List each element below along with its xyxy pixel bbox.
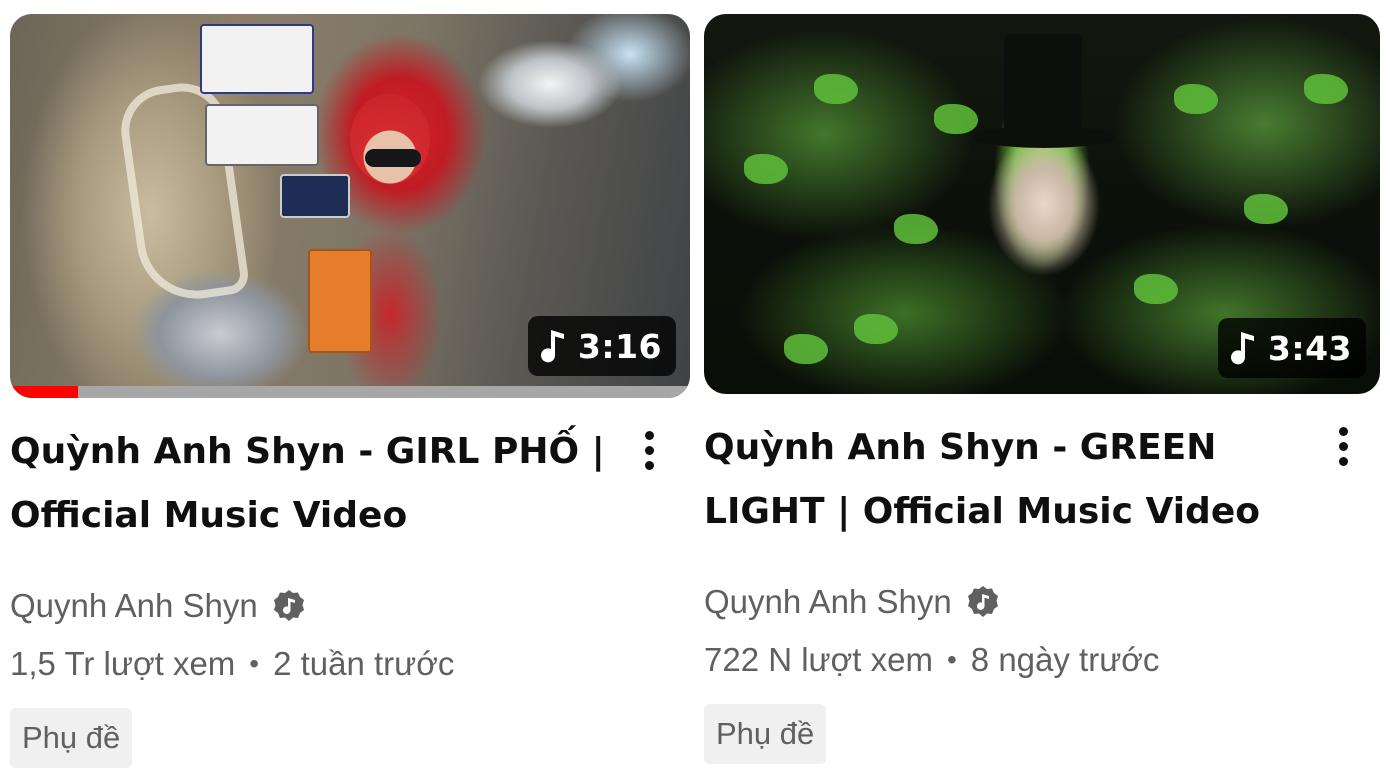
upload-age: 8 ngày trước (970, 641, 1160, 678)
verified-artist-icon (273, 590, 304, 621)
duration-badge: 3:16 (527, 316, 676, 376)
thumbnail-hand (814, 74, 858, 104)
meta-separator: • (249, 648, 260, 679)
music-note-icon (540, 330, 564, 363)
video-title[interactable]: Quỳnh Anh Shyn - GREEN LIGHT | Official … (704, 416, 1380, 544)
video-grid: 3:16 Quỳnh Anh Shyn - GIRL PHỐ | Officia… (0, 0, 1390, 774)
thumbnail-sign (280, 174, 350, 218)
thumbnail-hand (854, 314, 898, 344)
thumbnail-hand (1134, 274, 1178, 304)
thumbnail-hat (1004, 34, 1082, 134)
thumbnail-hand (894, 214, 938, 244)
captions-badge: Phụ đề (10, 708, 133, 768)
channel-row: Quynh Anh Shyn (10, 576, 690, 636)
channel-name[interactable]: Quynh Anh Shyn (10, 587, 258, 625)
video-card[interactable]: 3:16 Quỳnh Anh Shyn - GIRL PHỐ | Officia… (10, 0, 690, 768)
duration-text: 3:16 (577, 326, 662, 366)
video-title[interactable]: Quỳnh Anh Shyn - GIRL PHỐ | Official Mus… (10, 420, 690, 548)
thumbnail-person (350, 94, 430, 184)
video-thumbnail[interactable]: 3:16 (10, 14, 690, 398)
verified-artist-icon (967, 586, 998, 617)
captions-badge: Phụ đề (704, 704, 827, 764)
channel-row: Quynh Anh Shyn (704, 572, 1380, 632)
watch-progress-track (10, 386, 690, 398)
watch-progress-fill (10, 386, 78, 398)
video-card[interactable]: 3:43 Quỳnh Anh Shyn - GREEN LIGHT | Offi… (704, 0, 1380, 764)
upload-age: 2 tuần trước (273, 645, 455, 682)
thumbnail-sign (308, 249, 372, 353)
thumbnail-hand (744, 154, 788, 184)
thumbnail-hand (1244, 194, 1288, 224)
thumbnail-hand (1174, 84, 1218, 114)
thumbnail-sign (205, 104, 319, 166)
view-count: 722 N lượt xem (704, 641, 933, 678)
thumbnail-sign (200, 24, 314, 94)
video-details: Quỳnh Anh Shyn - GIRL PHỐ | Official Mus… (10, 420, 690, 768)
music-note-icon (1230, 332, 1254, 365)
more-vert-icon[interactable] (1328, 416, 1358, 476)
thumbnail-glasses (365, 149, 421, 167)
thumbnail-hand (1304, 74, 1348, 104)
video-thumbnail[interactable]: 3:43 (704, 14, 1380, 394)
video-details: Quỳnh Anh Shyn - GREEN LIGHT | Official … (704, 416, 1380, 764)
thumbnail-hat-brim (974, 126, 1114, 148)
thumbnail-hand (784, 334, 828, 364)
duration-text: 3:43 (1267, 328, 1352, 368)
meta-separator: • (946, 644, 957, 675)
duration-badge: 3:43 (1217, 318, 1366, 378)
video-stats: 1,5 Tr lượt xem • 2 tuần trước (10, 636, 690, 692)
video-stats: 722 N lượt xem • 8 ngày trước (704, 632, 1380, 688)
channel-name[interactable]: Quynh Anh Shyn (704, 583, 952, 621)
view-count: 1,5 Tr lượt xem (10, 645, 236, 682)
thumbnail-hand (934, 104, 978, 134)
more-vert-icon[interactable] (634, 420, 664, 480)
